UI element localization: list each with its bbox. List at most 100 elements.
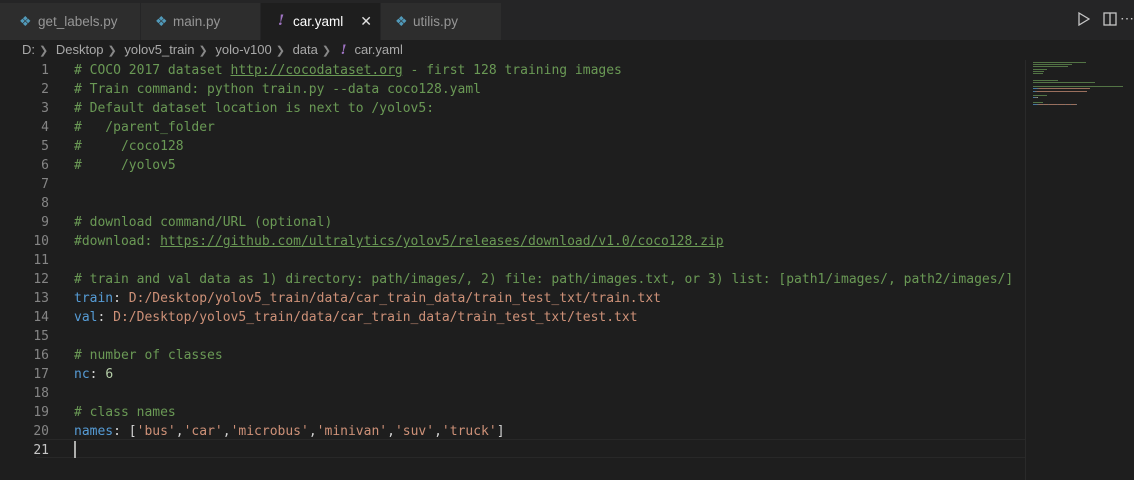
chevron-right-icon: ❯: [39, 45, 49, 57]
tab-get-labels[interactable]: ❖ get_labels.py: [0, 3, 140, 40]
breadcrumb-item[interactable]: yolov5_train: [124, 40, 194, 59]
minimap-line: [1033, 66, 1068, 68]
code-token: - first 128 training images: [402, 63, 622, 78]
chevron-right-icon: ❯: [275, 45, 285, 57]
minimap-line: [1033, 70, 1044, 72]
breadcrumb: D: ❯ Desktop ❯ yolov5_train ❯ yolo-v100 ❯ da…: [22, 40, 403, 60]
minimap-line: [1037, 97, 1038, 99]
code-token: # number of classes: [74, 348, 223, 363]
code-line[interactable]: 3 # Default dataset location is next to /…: [0, 99, 1025, 118]
code-line[interactable]: 4 # /parent_folder: [0, 118, 1025, 137]
minimap[interactable]: [1033, 60, 1134, 140]
code-token: 'minivan': [316, 424, 388, 439]
code-token: ]: [496, 424, 505, 439]
code-line[interactable]: 9 # download command/URL (optional): [0, 213, 1025, 232]
line-number: 16: [33, 348, 49, 363]
code-line[interactable]: 19 # class names: [0, 403, 1025, 422]
code-token: ,: [387, 424, 395, 439]
code-token: # /parent_folder: [74, 120, 215, 135]
tab-car-yaml[interactable]: ! car.yaml ✕: [261, 3, 380, 40]
code-line[interactable]: 13 train: D:/Desktop/yolov5_train/data/ca…: [0, 289, 1025, 308]
line-number: 5: [41, 139, 49, 154]
code-token: # Train command: python train.py --data …: [74, 82, 481, 97]
chevron-right-icon: ❯: [107, 45, 117, 57]
tab-main[interactable]: ❖ main.py: [141, 3, 260, 40]
close-icon[interactable]: ✕: [360, 3, 372, 40]
breadcrumb-item[interactable]: D:: [22, 40, 35, 59]
code-text: val: D:/Desktop/yolov5_train/data/car_tr…: [74, 308, 638, 327]
breadcrumb-item[interactable]: data: [293, 40, 318, 59]
code-token: names: [74, 424, 114, 439]
code-token: 'truck': [441, 424, 497, 439]
code-token: # /yolov5: [74, 158, 176, 173]
code-line[interactable]: 1 # COCO 2017 dataset http://cocodataset.…: [0, 61, 1025, 80]
code-token: http://cocodataset.org: [230, 63, 403, 78]
yaml-icon: !: [340, 43, 347, 58]
code-token: 'bus': [136, 424, 176, 439]
breadcrumb-item[interactable]: Desktop: [56, 40, 104, 59]
minimap-line: [1033, 95, 1047, 96]
minimap-line: [1049, 103, 1057, 105]
minimap-line: [1033, 79, 1058, 81]
python-icon: ❖: [19, 13, 32, 29]
code-line[interactable]: 16 # number of classes: [0, 346, 1025, 365]
code-text: # /yolov5: [74, 156, 176, 175]
code-line[interactable]: 5 # /coco128: [0, 137, 1025, 156]
minimap-line: [1041, 81, 1095, 83]
tab-label: utilis.py: [413, 14, 459, 29]
yaml-icon: !: [278, 13, 285, 29]
line-number: 12: [33, 272, 49, 287]
code-token: nc: [74, 367, 90, 382]
line-number: 1: [41, 63, 49, 78]
code-line[interactable]: 6 # /yolov5: [0, 156, 1025, 175]
code-token: # Default dataset location is next to /y…: [74, 101, 435, 116]
breadcrumb-item[interactable]: yolo-v100: [215, 40, 271, 59]
code-token: :: [113, 291, 129, 306]
code-line[interactable]: 10 #download: https://github.com/ultralyt…: [0, 232, 1025, 251]
code-token: 6: [105, 367, 114, 382]
code-text: # /coco128: [74, 137, 184, 156]
code-line[interactable]: 14 val: D:/Desktop/yolov5_train/data/car_…: [0, 308, 1025, 327]
code-line[interactable]: 15: [0, 327, 1025, 346]
code-token: 'microbus': [230, 424, 309, 439]
code-text: # download command/URL (optional): [74, 213, 332, 232]
python-icon: ❖: [395, 13, 408, 29]
code-line[interactable]: 11: [0, 251, 1025, 270]
code-token: ,: [222, 424, 231, 439]
code-line[interactable]: 17 nc: 6: [0, 365, 1025, 384]
code-line[interactable]: 8: [0, 194, 1025, 213]
code-text: # /parent_folder: [74, 118, 215, 137]
tab-bar: ❖ get_labels.py ❖ main.py ! car.yaml ✕ ❖…: [0, 0, 1134, 40]
code-line[interactable]: 2 # Train command: python train.py --data…: [0, 80, 1025, 99]
line-number: 17: [33, 367, 49, 382]
code-text: train: D:/Desktop/yolov5_train/data/car_…: [74, 289, 661, 308]
line-number: 21: [33, 443, 49, 458]
more-actions-icon[interactable]: ⋯: [1120, 10, 1134, 26]
minimap-line: [1048, 62, 1065, 63]
run-icon[interactable]: [1078, 11, 1091, 29]
code-line[interactable]: 20 names: ['bus','car','microbus','miniva…: [0, 422, 1025, 441]
python-icon: ❖: [155, 13, 168, 29]
line-number: 20: [33, 424, 49, 439]
code-text: # number of classes: [74, 346, 223, 365]
tab-utilis[interactable]: ❖ utilis.py: [381, 3, 501, 40]
breadcrumb-item[interactable]: car.yaml: [354, 40, 402, 59]
code-line[interactable]: 18: [0, 384, 1025, 403]
code-line[interactable]: 21: [0, 441, 1025, 460]
code-token: # class names: [74, 405, 176, 420]
code-text: nc: 6: [74, 365, 113, 384]
minimap-line: [1033, 68, 1047, 70]
line-number: 19: [33, 405, 49, 420]
minimap-line: [1065, 62, 1086, 63]
split-editor-icon[interactable]: [1103, 12, 1117, 29]
code-line[interactable]: 12 # train and val data as 1) directory: …: [0, 270, 1025, 289]
code-line[interactable]: 7: [0, 175, 1025, 194]
code-token: 'car': [183, 424, 223, 439]
line-number: 18: [33, 386, 49, 401]
code-token: # train and val data as 1) directory: pa…: [74, 272, 1014, 287]
minimap-line: [1076, 103, 1077, 105]
line-number: 15: [33, 329, 49, 344]
minimap-line: [1033, 62, 1048, 63]
minimap-line: [1058, 103, 1065, 105]
code-editor[interactable]: 1 # COCO 2017 dataset http://cocodataset.…: [0, 60, 1134, 480]
